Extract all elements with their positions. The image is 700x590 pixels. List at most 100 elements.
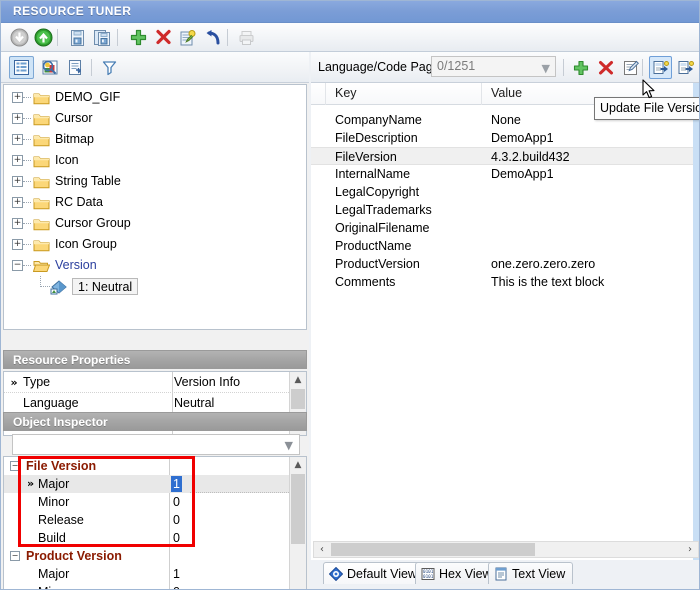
property-row-build[interactable]: Build 0 — [4, 529, 291, 547]
object-inspector-header: Object Inspector — [3, 412, 307, 431]
left-panel: + DEMO_GIF + Cursor + Bitmap + Icon + St… — [1, 52, 309, 589]
table-row[interactable]: LegalTrademarks — [311, 201, 699, 219]
object-inspector-grid[interactable]: − File Version » Major 1 Minor 0 Release… — [3, 456, 307, 589]
property-value-editor[interactable]: 1 — [171, 476, 182, 492]
resource-tree[interactable]: + DEMO_GIF + Cursor + Bitmap + Icon + St… — [3, 84, 307, 330]
tree-node-version[interactable]: − Version — [4, 255, 306, 276]
object-inspector-combo[interactable]: ▼ — [12, 434, 300, 455]
expander-icon[interactable]: + — [12, 239, 23, 250]
scroll-left-icon[interactable]: ‹ — [314, 542, 330, 557]
version-key: LegalCopyright — [335, 185, 420, 199]
collapser-icon[interactable]: − — [10, 461, 20, 471]
scroll-right-icon[interactable]: › — [682, 542, 698, 557]
property-row-minor[interactable]: Minor 0 — [4, 493, 291, 511]
table-row-selected[interactable]: FileVersion 4.3.2.build432 — [311, 147, 699, 165]
table-row[interactable]: FileDescription DemoApp1 — [311, 129, 699, 147]
expander-icon[interactable]: + — [12, 218, 23, 229]
resource-tree-icon[interactable] — [9, 56, 34, 79]
property-row-minor[interactable]: Minor 0 — [4, 583, 291, 589]
expander-icon[interactable]: + — [12, 134, 23, 145]
upload-icon[interactable] — [31, 26, 55, 49]
property-key: Type — [23, 375, 51, 389]
main-toolbar — [1, 23, 699, 52]
collapser-icon[interactable]: − — [10, 551, 20, 561]
table-row[interactable]: » Type Version Info — [4, 372, 291, 393]
table-row[interactable]: LegalCopyright — [311, 183, 699, 201]
property-value[interactable]: 0 — [173, 529, 180, 547]
column-header-key[interactable]: Key — [335, 86, 357, 100]
table-row[interactable]: InternalName DemoApp1 — [311, 165, 699, 183]
group-header-product-version[interactable]: − Product Version — [4, 547, 291, 565]
property-value[interactable]: 0 — [173, 493, 180, 511]
version-table[interactable]: CompanyName None FileDescription DemoApp… — [311, 105, 699, 585]
property-name: Release — [38, 513, 84, 527]
report-icon[interactable] — [63, 56, 88, 79]
scrollbar-thumb[interactable] — [331, 543, 535, 556]
chevron-down-icon[interactable]: ▼ — [285, 439, 293, 452]
version-value: 4.3.2.build432 — [491, 150, 570, 164]
tree-node[interactable]: + Cursor — [4, 108, 306, 129]
add-string-icon[interactable] — [569, 56, 592, 79]
tree-node[interactable]: + Icon Group — [4, 234, 306, 255]
table-row[interactable]: ProductName — [311, 237, 699, 255]
undo-arrow-icon[interactable] — [201, 26, 225, 49]
table-row[interactable]: Comments This is the text block — [311, 273, 699, 291]
property-name: Minor — [38, 495, 70, 509]
tree-node[interactable]: + Bitmap — [4, 129, 306, 150]
table-row[interactable]: OriginalFilename — [311, 219, 699, 237]
property-row-release[interactable]: Release 0 — [4, 511, 291, 529]
tree-node[interactable]: + RC Data — [4, 192, 306, 213]
tree-node[interactable]: + Cursor Group — [4, 213, 306, 234]
preview-image-icon[interactable] — [37, 56, 62, 79]
column-header-value[interactable]: Value — [491, 86, 522, 100]
property-row-major[interactable]: » Major 1 — [4, 475, 291, 493]
group-header-file-version[interactable]: − File Version — [4, 457, 291, 475]
download-icon[interactable] — [7, 26, 31, 49]
tree-node-label: Cursor — [55, 111, 93, 125]
filter-funnel-icon[interactable] — [97, 56, 122, 79]
delete-cross-icon[interactable] — [151, 26, 175, 49]
tree-node[interactable]: + String Table — [4, 171, 306, 192]
edit-string-icon[interactable] — [619, 56, 642, 79]
language-code-page-label: Language/Code Page: — [318, 60, 444, 74]
tree-node-label: DEMO_GIF — [55, 90, 121, 104]
object-inspector-scrollbar[interactable]: ▲ ▼ — [289, 457, 306, 589]
tab-hex-view[interactable]: 0101 0101 Hex View — [415, 562, 500, 584]
text-view-icon — [494, 567, 508, 581]
save-all-icon[interactable] — [90, 26, 114, 49]
add-plus-icon[interactable] — [126, 26, 150, 49]
expander-icon[interactable]: + — [12, 197, 23, 208]
tree-child-language[interactable]: 1: Neutral — [4, 276, 306, 297]
tab-text-view[interactable]: Text View — [488, 562, 574, 584]
tab-default-view[interactable]: Default View — [323, 562, 425, 584]
version-key: ProductName — [335, 239, 412, 253]
delete-string-icon[interactable] — [594, 56, 617, 79]
collapser-icon[interactable]: − — [12, 260, 23, 271]
tree-node[interactable]: + Icon — [4, 150, 306, 171]
property-value[interactable]: 0 — [173, 511, 180, 529]
property-value[interactable]: 0 — [173, 583, 180, 589]
folder-icon — [33, 196, 50, 210]
update-file-version-icon[interactable] — [649, 56, 672, 79]
replace-key-icon[interactable] — [176, 26, 200, 49]
chevron-down-icon[interactable]: ▼ — [542, 59, 550, 78]
horizontal-scrollbar[interactable]: ‹ › — [313, 541, 699, 558]
save-file-icon[interactable] — [66, 26, 90, 49]
expander-icon[interactable]: + — [12, 113, 23, 124]
expander-icon[interactable]: + — [12, 155, 23, 166]
table-row[interactable]: Language Neutral — [4, 393, 291, 414]
update-product-version-icon[interactable] — [674, 56, 697, 79]
right-edge-strip — [693, 83, 699, 585]
language-code-page-combo[interactable]: 0/1251 ▼ — [431, 56, 556, 77]
property-value[interactable]: 1 — [173, 565, 180, 583]
expander-icon[interactable]: + — [12, 92, 23, 103]
resource-properties-header: Resource Properties — [3, 350, 307, 369]
tree-node[interactable]: + DEMO_GIF — [4, 87, 306, 108]
table-row[interactable]: ProductVersion one.zero.zero.zero — [311, 255, 699, 273]
expander-icon[interactable]: + — [12, 176, 23, 187]
property-row-major[interactable]: Major 1 — [4, 565, 291, 583]
scroll-up-icon[interactable]: ▲ — [290, 372, 306, 388]
right-panel: Language/Code Page: 0/1251 ▼ Key Value C… — [311, 52, 699, 589]
tree-node-label: Icon — [55, 153, 79, 167]
scroll-up-icon[interactable]: ▲ — [290, 457, 306, 473]
